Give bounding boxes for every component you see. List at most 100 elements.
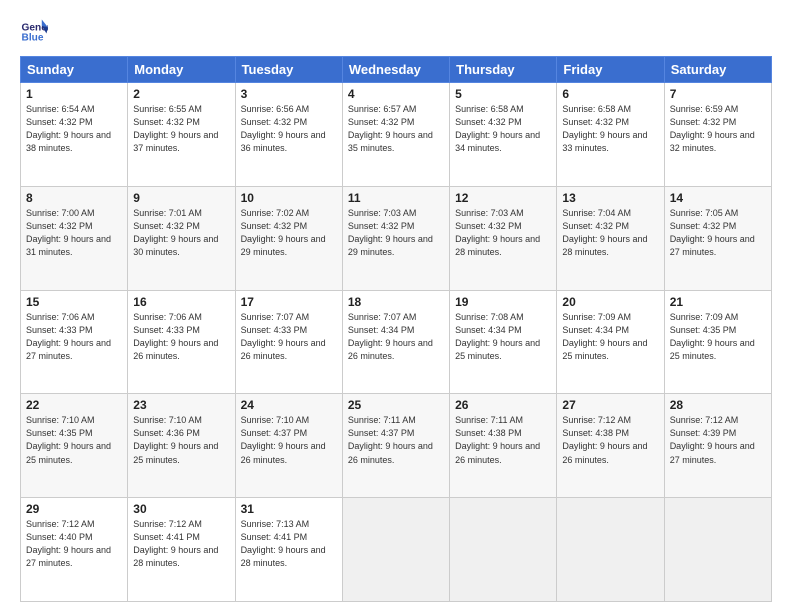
calendar-cell: 12Sunrise: 7:03 AMSunset: 4:32 PMDayligh… [450,186,557,290]
calendar-week-4: 22 Sunrise: 7:10 AMSunset: 4:35 PMDayligh… [21,394,772,498]
day-number: 3 [241,87,337,101]
calendar-cell: 8 Sunrise: 7:00 AMSunset: 4:32 PMDaylight… [21,186,128,290]
day-info: Sunrise: 7:06 AMSunset: 4:33 PMDaylight:… [26,312,111,361]
day-info: Sunrise: 7:00 AMSunset: 4:32 PMDaylight:… [26,208,111,257]
weekday-wednesday: Wednesday [342,57,449,83]
calendar-cell: 17 Sunrise: 7:07 AMSunset: 4:33 PMDayligh… [235,290,342,394]
day-number: 4 [348,87,444,101]
day-number: 22 [26,398,122,412]
calendar-cell: 26 Sunrise: 7:11 AMSunset: 4:38 PMDayligh… [450,394,557,498]
calendar-cell: 19 Sunrise: 7:08 AMSunset: 4:34 PMDayligh… [450,290,557,394]
day-info: Sunrise: 7:01 AMSunset: 4:32 PMDaylight:… [133,208,218,257]
day-info: Sunrise: 7:10 AMSunset: 4:36 PMDaylight:… [133,415,218,464]
day-info: Sunrise: 7:12 AMSunset: 4:39 PMDaylight:… [670,415,755,464]
day-number: 25 [348,398,444,412]
day-info: Sunrise: 7:09 AMSunset: 4:35 PMDaylight:… [670,312,755,361]
day-info: Sunrise: 7:03 AMSunset: 4:32 PMDaylight:… [455,208,540,257]
day-number: 16 [133,295,229,309]
day-number: 18 [348,295,444,309]
day-info: Sunrise: 7:10 AMSunset: 4:37 PMDaylight:… [241,415,326,464]
day-info: Sunrise: 7:03 AMSunset: 4:32 PMDaylight:… [348,208,433,257]
weekday-thursday: Thursday [450,57,557,83]
day-info: Sunrise: 7:09 AMSunset: 4:34 PMDaylight:… [562,312,647,361]
day-info: Sunrise: 7:08 AMSunset: 4:34 PMDaylight:… [455,312,540,361]
day-number: 1 [26,87,122,101]
calendar-week-5: 29 Sunrise: 7:12 AMSunset: 4:40 PMDayligh… [21,498,772,602]
calendar-cell [557,498,664,602]
weekday-header-row: SundayMondayTuesdayWednesdayThursdayFrid… [21,57,772,83]
day-number: 10 [241,191,337,205]
day-info: Sunrise: 7:04 AMSunset: 4:32 PMDaylight:… [562,208,647,257]
calendar-cell: 20Sunrise: 7:09 AMSunset: 4:34 PMDayligh… [557,290,664,394]
day-number: 29 [26,502,122,516]
weekday-friday: Friday [557,57,664,83]
calendar-cell: 29 Sunrise: 7:12 AMSunset: 4:40 PMDayligh… [21,498,128,602]
calendar-cell: 25 Sunrise: 7:11 AMSunset: 4:37 PMDayligh… [342,394,449,498]
day-number: 9 [133,191,229,205]
day-info: Sunrise: 7:05 AMSunset: 4:32 PMDaylight:… [670,208,755,257]
logo-icon: General Blue [20,18,48,46]
day-number: 28 [670,398,766,412]
calendar-cell: 1 Sunrise: 6:54 AMSunset: 4:32 PMDaylight… [21,83,128,187]
day-number: 24 [241,398,337,412]
day-number: 19 [455,295,551,309]
day-number: 11 [348,191,444,205]
day-info: Sunrise: 7:11 AMSunset: 4:38 PMDaylight:… [455,415,540,464]
day-number: 14 [670,191,766,205]
day-info: Sunrise: 7:12 AMSunset: 4:38 PMDaylight:… [562,415,647,464]
page: General Blue SundayMondayTuesdayWednesda… [0,0,792,612]
calendar-cell: 18 Sunrise: 7:07 AMSunset: 4:34 PMDayligh… [342,290,449,394]
calendar-cell: 24 Sunrise: 7:10 AMSunset: 4:37 PMDayligh… [235,394,342,498]
day-number: 15 [26,295,122,309]
calendar-cell: 31Sunrise: 7:13 AMSunset: 4:41 PMDayligh… [235,498,342,602]
calendar-cell: 16 Sunrise: 7:06 AMSunset: 4:33 PMDayligh… [128,290,235,394]
calendar-cell: 11 Sunrise: 7:03 AMSunset: 4:32 PMDayligh… [342,186,449,290]
day-info: Sunrise: 6:57 AMSunset: 4:32 PMDaylight:… [348,104,433,153]
day-info: Sunrise: 6:58 AMSunset: 4:32 PMDaylight:… [455,104,540,153]
calendar-cell [664,498,771,602]
calendar-cell: 10Sunrise: 7:02 AMSunset: 4:32 PMDayligh… [235,186,342,290]
calendar-week-2: 8 Sunrise: 7:00 AMSunset: 4:32 PMDaylight… [21,186,772,290]
day-info: Sunrise: 7:12 AMSunset: 4:40 PMDaylight:… [26,519,111,568]
day-number: 13 [562,191,658,205]
day-number: 8 [26,191,122,205]
calendar-week-1: 1 Sunrise: 6:54 AMSunset: 4:32 PMDaylight… [21,83,772,187]
day-number: 21 [670,295,766,309]
day-info: Sunrise: 7:06 AMSunset: 4:33 PMDaylight:… [133,312,218,361]
calendar-cell: 5 Sunrise: 6:58 AMSunset: 4:32 PMDaylight… [450,83,557,187]
calendar-cell: 6Sunrise: 6:58 AMSunset: 4:32 PMDaylight… [557,83,664,187]
day-info: Sunrise: 7:12 AMSunset: 4:41 PMDaylight:… [133,519,218,568]
day-info: Sunrise: 7:07 AMSunset: 4:34 PMDaylight:… [348,312,433,361]
calendar-cell: 2 Sunrise: 6:55 AMSunset: 4:32 PMDaylight… [128,83,235,187]
day-number: 7 [670,87,766,101]
calendar-cell [342,498,449,602]
calendar-cell: 15 Sunrise: 7:06 AMSunset: 4:33 PMDayligh… [21,290,128,394]
calendar-cell: 14 Sunrise: 7:05 AMSunset: 4:32 PMDayligh… [664,186,771,290]
day-number: 27 [562,398,658,412]
day-info: Sunrise: 7:10 AMSunset: 4:35 PMDaylight:… [26,415,111,464]
weekday-tuesday: Tuesday [235,57,342,83]
calendar-cell: 7 Sunrise: 6:59 AMSunset: 4:32 PMDaylight… [664,83,771,187]
calendar-cell: 23 Sunrise: 7:10 AMSunset: 4:36 PMDayligh… [128,394,235,498]
day-info: Sunrise: 6:54 AMSunset: 4:32 PMDaylight:… [26,104,111,153]
calendar-cell: 4 Sunrise: 6:57 AMSunset: 4:32 PMDaylight… [342,83,449,187]
weekday-saturday: Saturday [664,57,771,83]
day-number: 23 [133,398,229,412]
calendar-cell: 28 Sunrise: 7:12 AMSunset: 4:39 PMDayligh… [664,394,771,498]
weekday-monday: Monday [128,57,235,83]
day-number: 17 [241,295,337,309]
day-number: 2 [133,87,229,101]
calendar-cell: 3Sunrise: 6:56 AMSunset: 4:32 PMDaylight… [235,83,342,187]
day-info: Sunrise: 6:59 AMSunset: 4:32 PMDaylight:… [670,104,755,153]
day-info: Sunrise: 6:55 AMSunset: 4:32 PMDaylight:… [133,104,218,153]
calendar-cell: 9 Sunrise: 7:01 AMSunset: 4:32 PMDaylight… [128,186,235,290]
day-info: Sunrise: 7:11 AMSunset: 4:37 PMDaylight:… [348,415,433,464]
svg-text:Blue: Blue [22,33,44,44]
header: General Blue [20,18,772,46]
day-number: 26 [455,398,551,412]
calendar-cell: 22 Sunrise: 7:10 AMSunset: 4:35 PMDayligh… [21,394,128,498]
day-number: 30 [133,502,229,516]
day-info: Sunrise: 7:13 AMSunset: 4:41 PMDaylight:… [241,519,326,568]
day-info: Sunrise: 7:07 AMSunset: 4:33 PMDaylight:… [241,312,326,361]
day-number: 5 [455,87,551,101]
